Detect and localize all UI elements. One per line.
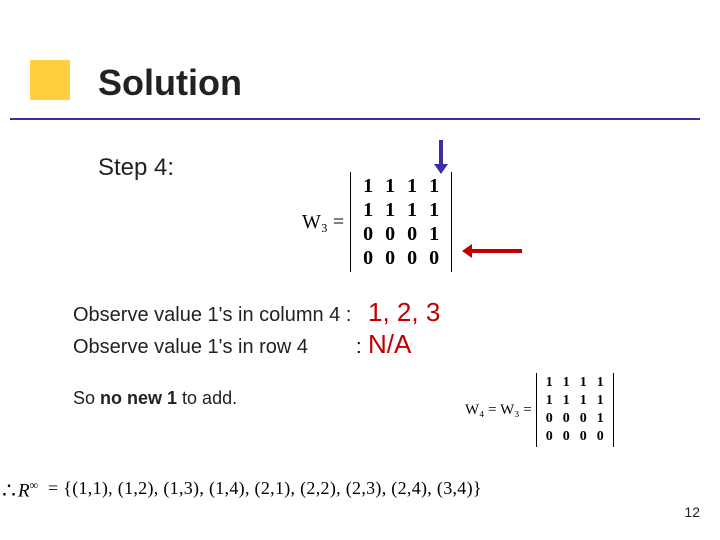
r-superscript: ∞ <box>30 478 39 492</box>
matrix-w3-label: W₃ = <box>302 211 344 234</box>
result-set: = {(1,1), (1,2), (1,3), (1,4), (2,1), (2… <box>48 478 482 499</box>
matrix-w4-grid: 1111 1111 0001 0000 <box>536 373 614 447</box>
matrix-w3-grid: 1111 1111 0001 0000 <box>350 172 452 272</box>
title-underline <box>10 118 700 120</box>
observe-column-text: Observe value 1's in column 4 : <box>73 304 351 327</box>
observe-row-value: N/A <box>368 329 411 360</box>
arrow-left-icon <box>462 244 522 258</box>
matrix-w4: W₄ = W₃ = 1111 1111 0001 0000 <box>465 373 614 447</box>
slide-title: Solution <box>98 62 242 104</box>
observe-column-value: 1, 2, 3 <box>368 297 440 328</box>
matrix-w4-label: W₄ = W₃ = <box>465 402 532 419</box>
step-label: Step 4: <box>98 154 174 182</box>
slide: Solution Step 4: W₃ = 1111 1111 0001 000… <box>0 0 720 540</box>
title-accent-square <box>30 60 70 100</box>
summary-post: to add. <box>177 388 237 408</box>
matrix-w3: W₃ = 1111 1111 0001 0000 <box>302 172 452 272</box>
r-letter: R <box>18 480 30 501</box>
observe-row-colon: : <box>356 336 362 359</box>
arrow-down-icon <box>434 140 448 174</box>
page-number: 12 <box>684 504 700 520</box>
r-infinity-symbol: R∞ <box>18 478 38 502</box>
summary-bold: no new 1 <box>100 388 177 408</box>
observe-row-text: Observe value 1's in row 4 <box>73 336 308 359</box>
summary-pre: So <box>73 388 100 408</box>
therefore-symbol: ∴ <box>2 478 16 504</box>
summary-text: So no new 1 to add. <box>73 388 237 409</box>
